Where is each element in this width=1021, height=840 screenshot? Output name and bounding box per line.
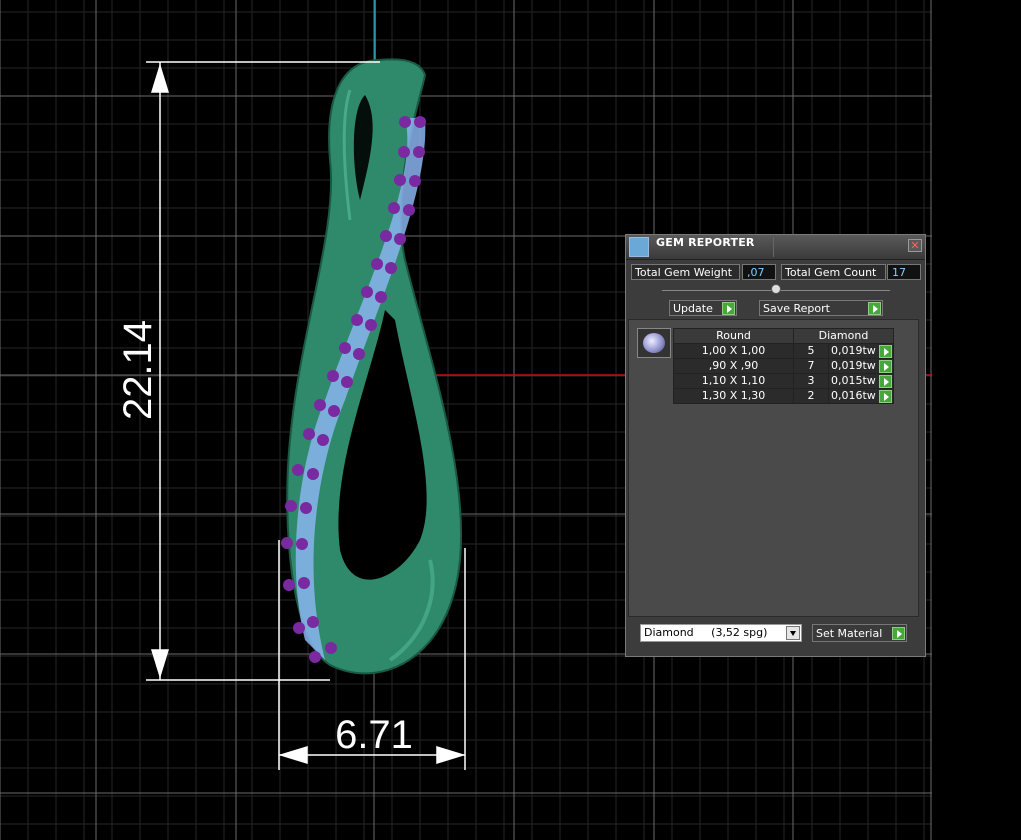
set-material-button[interactable]: Set Material	[812, 624, 907, 642]
width-dimension-label: 6.71	[335, 713, 413, 757]
prong	[327, 370, 339, 382]
prong	[309, 651, 321, 663]
table-row: 1,00 X 1,00 5 0,019tw	[673, 343, 894, 359]
prong	[399, 116, 411, 128]
prong	[314, 399, 326, 411]
material-select-value: Diamond (3,52 spg)	[644, 626, 768, 639]
save-report-button[interactable]: Save Report	[759, 300, 883, 316]
gem-count: 7	[793, 358, 829, 374]
chevron-down-icon[interactable]	[786, 626, 800, 640]
prong	[375, 291, 387, 303]
prong	[325, 642, 337, 654]
prong	[398, 146, 410, 158]
panel-titlebar[interactable]: GEM REPORTER ✕	[626, 235, 925, 260]
gem-reporter-panel: GEM REPORTER ✕ Total Gem Weight ,07 Tota…	[625, 234, 926, 657]
select-row-arrow-icon[interactable]	[879, 360, 892, 373]
gem-icon	[643, 333, 665, 353]
material-select[interactable]: Diamond (3,52 spg)	[640, 624, 802, 642]
gem-size: ,90 X ,90	[673, 358, 794, 374]
gem-weight: 0,019tw	[831, 359, 876, 372]
prong	[292, 464, 304, 476]
prong	[339, 342, 351, 354]
shape-header: Round	[673, 328, 794, 344]
prong	[371, 258, 383, 270]
title-separator	[773, 237, 774, 257]
gem-size: 1,30 X 1,30	[673, 388, 794, 404]
prong	[307, 616, 319, 628]
prong	[394, 174, 406, 186]
gem-weight-cell: 0,019tw	[828, 343, 894, 359]
prong	[365, 319, 377, 331]
gem-weight-cell: 0,016tw	[828, 388, 894, 404]
gem-size: 1,00 X 1,00	[673, 343, 794, 359]
prong	[328, 405, 340, 417]
play-arrow-icon	[892, 627, 905, 640]
prong	[409, 175, 421, 187]
prong	[298, 577, 310, 589]
prong	[413, 146, 425, 158]
gem-table: Round Diamond 1,00 X 1,00 5 0,019tw ,90 …	[673, 328, 894, 404]
prong	[281, 537, 293, 549]
panel-title: GEM REPORTER	[656, 236, 755, 249]
prong	[414, 116, 426, 128]
prong	[380, 230, 392, 242]
gem-reporter-icon	[629, 237, 649, 257]
total-gem-weight-label: Total Gem Weight	[631, 264, 740, 280]
round-gem-thumbnail[interactable]	[637, 328, 671, 358]
prong	[303, 428, 315, 440]
select-row-arrow-icon[interactable]	[879, 345, 892, 358]
save-report-button-label: Save Report	[763, 302, 830, 315]
material-header: Diamond	[793, 328, 894, 344]
prong	[353, 348, 365, 360]
update-button[interactable]: Update	[669, 300, 737, 316]
prong	[385, 262, 397, 274]
height-dimension-label: 22.14	[116, 319, 160, 421]
table-header-row: Round Diamond	[673, 328, 894, 344]
prong	[283, 579, 295, 591]
total-gem-weight-value: ,07	[742, 264, 776, 280]
table-row: ,90 X ,90 7 0,019tw	[673, 358, 894, 374]
table-row: 1,30 X 1,30 2 0,016tw	[673, 388, 894, 404]
prong	[317, 434, 329, 446]
set-material-button-label: Set Material	[816, 627, 883, 640]
play-arrow-icon	[868, 302, 881, 315]
prong	[300, 502, 312, 514]
prong	[293, 622, 305, 634]
report-area: Round Diamond 1,00 X 1,00 5 0,019tw ,90 …	[628, 319, 919, 617]
play-arrow-icon	[722, 302, 735, 315]
prong	[341, 376, 353, 388]
prong	[307, 468, 319, 480]
gem-weight-cell: 0,019tw	[828, 358, 894, 374]
prong	[285, 500, 297, 512]
total-gem-count-value: 17	[887, 264, 921, 280]
gem-weight: 0,019tw	[831, 344, 876, 357]
slider-handle[interactable]	[771, 284, 781, 294]
prong	[388, 202, 400, 214]
gem-count: 2	[793, 388, 829, 404]
gem-weight-cell: 0,015tw	[828, 373, 894, 389]
prong	[394, 233, 406, 245]
gem-size: 1,10 X 1,10	[673, 373, 794, 389]
gem-weight: 0,016tw	[831, 389, 876, 402]
table-row: 1,10 X 1,10 3 0,015tw	[673, 373, 894, 389]
prong	[361, 286, 373, 298]
select-row-arrow-icon[interactable]	[879, 375, 892, 388]
prong	[351, 314, 363, 326]
gem-count: 5	[793, 343, 829, 359]
gem-weight: 0,015tw	[831, 374, 876, 387]
update-button-label: Update	[673, 302, 713, 315]
prong	[296, 538, 308, 550]
total-gem-count-label: Total Gem Count	[781, 264, 886, 280]
gem-count: 3	[793, 373, 829, 389]
close-icon[interactable]: ✕	[908, 239, 922, 252]
prong	[403, 204, 415, 216]
select-row-arrow-icon[interactable]	[879, 390, 892, 403]
